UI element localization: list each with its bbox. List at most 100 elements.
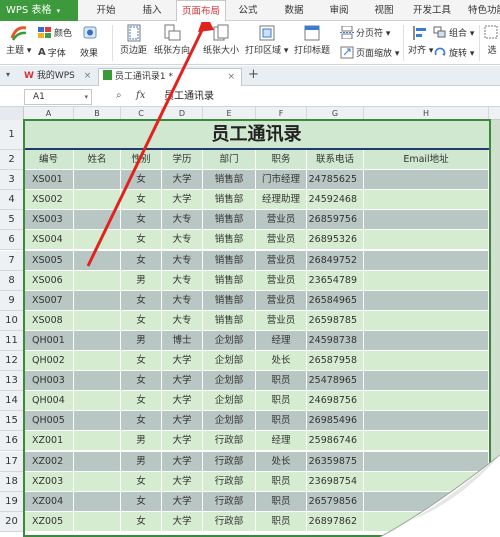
table-cell-position[interactable]: 职员: [256, 411, 307, 432]
table-cell-name[interactable]: [74, 310, 121, 331]
app-menu-button[interactable]: WPS 表格 ▾: [0, 0, 78, 21]
tab-insert[interactable]: 插入: [134, 0, 170, 21]
table-cell-department[interactable]: 销售部: [203, 250, 256, 271]
table-cell-position[interactable]: 营业员: [256, 250, 307, 271]
table-cell-education[interactable]: 大学: [162, 170, 203, 191]
formula-input[interactable]: 员工通讯录: [158, 89, 498, 105]
table-cell-department[interactable]: 行政部: [203, 491, 256, 512]
row-header[interactable]: 2: [0, 150, 24, 171]
table-cell-gender[interactable]: 男: [121, 431, 162, 452]
orientation-button[interactable]: 纸张方向: [154, 24, 190, 56]
table-cell-email[interactable]: [364, 371, 489, 392]
table-cell-phone[interactable]: 24592468: [307, 190, 364, 211]
page-scale-button[interactable]: 页面缩放 ▾: [340, 46, 399, 59]
table-cell-education[interactable]: 大学: [162, 431, 203, 452]
select-button[interactable]: 选: [483, 24, 500, 56]
row-header[interactable]: 11: [0, 330, 24, 351]
table-cell-name[interactable]: [74, 351, 121, 372]
row-header[interactable]: 5: [0, 210, 24, 231]
table-cell-gender[interactable]: 男: [121, 270, 162, 291]
table-cell-education[interactable]: 大专: [162, 290, 203, 311]
table-cell-position[interactable]: 营业员: [256, 290, 307, 311]
row-header[interactable]: 7: [0, 250, 24, 271]
close-icon[interactable]: ×: [84, 71, 92, 81]
table-cell-education[interactable]: 大专: [162, 250, 203, 271]
table-cell-department[interactable]: 行政部: [203, 431, 256, 452]
table-cell-position[interactable]: 经理: [256, 330, 307, 351]
table-cell-email[interactable]: [364, 391, 489, 412]
table-cell-position[interactable]: 处长: [256, 451, 307, 472]
table-cell-department[interactable]: 企划部: [203, 330, 256, 351]
table-cell-gender[interactable]: 男: [121, 330, 162, 351]
table-cell-position[interactable]: 职员: [256, 391, 307, 412]
table-cell-position[interactable]: 门市经理: [256, 170, 307, 191]
new-tab-plus-icon[interactable]: +: [248, 67, 259, 82]
table-cell-education[interactable]: 大学: [162, 451, 203, 472]
table-cell-department[interactable]: 行政部: [203, 511, 256, 532]
table-cell-education[interactable]: 大学: [162, 351, 203, 372]
table-cell-id[interactable]: QH002: [24, 351, 74, 372]
header-cell-department[interactable]: 部门: [203, 150, 256, 171]
tab-formulas[interactable]: 公式: [232, 0, 264, 21]
table-cell-name[interactable]: [74, 250, 121, 271]
effects-label-button[interactable]: 效果: [80, 46, 98, 59]
table-cell-id[interactable]: XS007: [24, 290, 74, 311]
table-cell-phone[interactable]: 23698754: [307, 471, 364, 492]
row-header[interactable]: 14: [0, 391, 24, 412]
table-cell-email[interactable]: [364, 310, 489, 331]
table-cell-phone[interactable]: 26895326: [307, 230, 364, 251]
print-titles-button[interactable]: 打印标题: [294, 24, 330, 56]
table-cell-gender[interactable]: 女: [121, 471, 162, 492]
table-cell-name[interactable]: [74, 451, 121, 472]
table-cell-position[interactable]: 职员: [256, 471, 307, 492]
table-cell-gender[interactable]: 女: [121, 491, 162, 512]
table-cell-phone[interactable]: 24785625: [307, 170, 364, 191]
table-cell-gender[interactable]: 女: [121, 371, 162, 392]
table-cell-name[interactable]: [74, 471, 121, 492]
row-header[interactable]: 16: [0, 431, 24, 452]
column-header-h[interactable]: H: [364, 107, 489, 120]
table-cell-email[interactable]: [364, 170, 489, 191]
table-cell-id[interactable]: XZ004: [24, 491, 74, 512]
tab-data[interactable]: 数据: [278, 0, 310, 21]
row-header[interactable]: 3: [0, 170, 24, 191]
table-cell-position[interactable]: 职员: [256, 511, 307, 532]
table-cell-email[interactable]: [364, 270, 489, 291]
table-cell-department[interactable]: 销售部: [203, 190, 256, 211]
table-cell-gender[interactable]: 女: [121, 290, 162, 311]
row-header[interactable]: 18: [0, 471, 24, 492]
table-cell-education[interactable]: 大学: [162, 511, 203, 532]
theme-button[interactable]: 主题 ▾: [6, 24, 31, 56]
table-cell-position[interactable]: 经理助理: [256, 190, 307, 211]
tab-view[interactable]: 视图: [368, 0, 400, 21]
header-cell-name[interactable]: 姓名: [74, 150, 121, 171]
table-cell-gender[interactable]: 女: [121, 190, 162, 211]
table-cell-phone[interactable]: 25478965: [307, 371, 364, 392]
table-cell-id[interactable]: XZ001: [24, 431, 74, 452]
table-cell-id[interactable]: XZ005: [24, 511, 74, 532]
tab-page-layout[interactable]: 页面布局: [176, 0, 226, 22]
table-cell-position[interactable]: 营业员: [256, 230, 307, 251]
table-cell-department[interactable]: 销售部: [203, 270, 256, 291]
tab-home[interactable]: 开始: [88, 0, 124, 21]
table-cell-gender[interactable]: 女: [121, 250, 162, 271]
row-header[interactable]: 4: [0, 190, 24, 211]
table-cell-position[interactable]: 经理: [256, 431, 307, 452]
table-cell-phone[interactable]: 26598785: [307, 310, 364, 331]
table-cell-gender[interactable]: 女: [121, 411, 162, 432]
header-cell-education[interactable]: 学历: [162, 150, 203, 171]
table-cell-name[interactable]: [74, 371, 121, 392]
table-cell-id[interactable]: QH001: [24, 330, 74, 351]
row-header[interactable]: 1: [0, 120, 24, 150]
table-cell-email[interactable]: [364, 210, 489, 231]
colors-button[interactable]: 颜色: [38, 26, 72, 39]
table-cell-phone[interactable]: 26359875: [307, 451, 364, 472]
row-header[interactable]: 20: [0, 511, 24, 532]
table-cell-department[interactable]: 企划部: [203, 351, 256, 372]
chevron-down-icon[interactable]: ▾: [84, 90, 88, 104]
table-cell-phone[interactable]: 25986746: [307, 431, 364, 452]
table-cell-gender[interactable]: 女: [121, 351, 162, 372]
table-cell-phone[interactable]: 24698756: [307, 391, 364, 412]
select-all-corner[interactable]: [0, 107, 24, 120]
table-cell-education[interactable]: 大专: [162, 310, 203, 331]
